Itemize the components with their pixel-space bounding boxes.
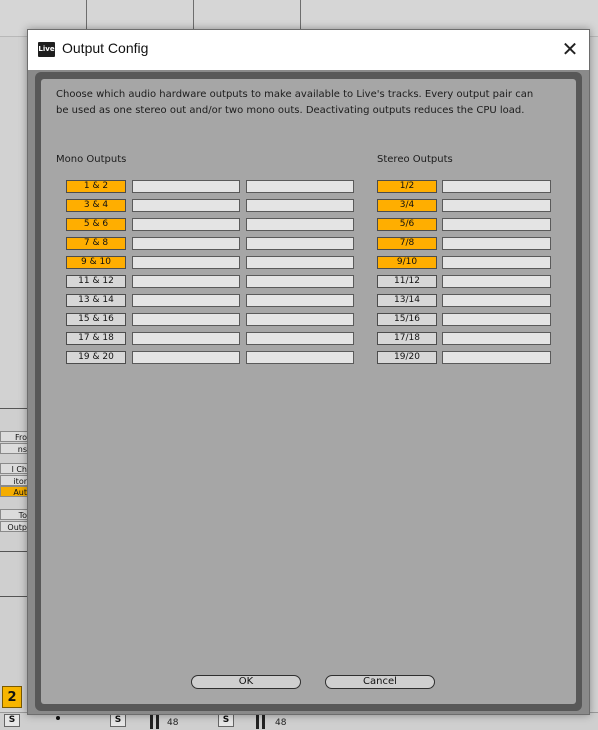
background-output-field[interactable]: Outp (0, 521, 30, 532)
mono-output-name-field[interactable] (246, 256, 354, 269)
mono-output-toggle[interactable]: 5 & 6 (66, 218, 126, 231)
background-level-meter (256, 713, 259, 729)
background-track-number[interactable]: 2 (2, 686, 22, 708)
stereo-output-name-field[interactable] (442, 237, 551, 250)
mono-output-name-field[interactable] (132, 332, 240, 345)
mono-output-name-field[interactable] (246, 199, 354, 212)
mono-output-toggle[interactable]: 15 & 16 (66, 313, 126, 326)
stereo-output-toggle[interactable]: 15/16 (377, 313, 437, 326)
background-divider (0, 596, 30, 597)
live-app-icon: Live (38, 42, 55, 57)
background-output-to-label: To (0, 509, 30, 520)
stereo-output-toggle[interactable]: 3/4 (377, 199, 437, 212)
close-icon[interactable]: ✕ (555, 34, 585, 64)
ok-button[interactable]: OK (191, 675, 301, 689)
stereo-output-toggle[interactable]: 7/8 (377, 237, 437, 250)
mono-output-name-field[interactable] (246, 218, 354, 231)
background-level-meter (262, 713, 265, 729)
mono-output-name-field[interactable] (132, 294, 240, 307)
mono-output-name-field[interactable] (132, 199, 240, 212)
mono-output-name-field[interactable] (132, 313, 240, 326)
mono-output-name-field[interactable] (132, 180, 240, 193)
stereo-output-toggle[interactable]: 9/10 (377, 256, 437, 269)
stereo-output-toggle[interactable]: 17/18 (377, 332, 437, 345)
stereo-output-name-field[interactable] (442, 199, 551, 212)
background-input-channel-field[interactable]: ns (0, 443, 30, 454)
background-solo-button[interactable]: S (218, 714, 234, 727)
background-divider (0, 551, 30, 552)
mono-output-name-field[interactable] (132, 218, 240, 231)
mono-output-toggle[interactable]: 7 & 8 (66, 237, 126, 250)
mono-output-name-field[interactable] (246, 351, 354, 364)
output-config-dialog: Live Output Config ✕ Choose which audio … (27, 29, 590, 715)
dialog-content-panel (41, 79, 576, 704)
mono-output-name-field[interactable] (132, 237, 240, 250)
background-solo-button[interactable]: S (110, 714, 126, 727)
background-meter-db: 48 (275, 718, 287, 728)
stereo-output-toggle[interactable]: 11/12 (377, 275, 437, 288)
stereo-output-toggle[interactable]: 13/14 (377, 294, 437, 307)
background-monitor-label: itor (0, 475, 30, 486)
mono-output-toggle[interactable]: 9 & 10 (66, 256, 126, 269)
dialog-titlebar: Live Output Config ✕ (28, 30, 589, 70)
mono-outputs-header: Mono Outputs (56, 154, 127, 165)
dialog-description: Choose which audio hardware outputs to m… (56, 89, 534, 116)
stereo-output-name-field[interactable] (442, 332, 551, 345)
mono-output-name-field[interactable] (132, 275, 240, 288)
background-divider (0, 408, 30, 409)
mono-output-name-field[interactable] (246, 294, 354, 307)
background-level-meter (156, 713, 159, 729)
background-level-meter (150, 713, 153, 729)
stereo-output-name-field[interactable] (442, 218, 551, 231)
background-channel-label: l Ch (0, 463, 30, 474)
stereo-output-name-field[interactable] (442, 256, 551, 269)
stereo-outputs-header: Stereo Outputs (377, 154, 453, 165)
mono-output-toggle[interactable]: 11 & 12 (66, 275, 126, 288)
stereo-output-toggle[interactable]: 5/6 (377, 218, 437, 231)
stereo-output-name-field[interactable] (442, 313, 551, 326)
mono-output-name-field[interactable] (132, 351, 240, 364)
mono-output-toggle[interactable]: 13 & 14 (66, 294, 126, 307)
mono-output-toggle[interactable]: 17 & 18 (66, 332, 126, 345)
mono-output-toggle[interactable]: 1 & 2 (66, 180, 126, 193)
stereo-output-name-field[interactable] (442, 351, 551, 364)
stereo-output-name-field[interactable] (442, 275, 551, 288)
stereo-output-toggle[interactable]: 19/20 (377, 351, 437, 364)
dialog-title: Output Config (62, 40, 149, 56)
background-monitor-auto-button[interactable]: Aut (0, 486, 30, 497)
background-meter-db: 48 (167, 718, 179, 728)
mono-output-name-field[interactable] (132, 256, 240, 269)
cancel-button[interactable]: Cancel (325, 675, 435, 689)
mono-output-name-field[interactable] (246, 237, 354, 250)
mono-output-name-field[interactable] (246, 332, 354, 345)
stereo-output-toggle[interactable]: 1/2 (377, 180, 437, 193)
background-input-type-field[interactable]: Fro (0, 431, 30, 442)
stereo-output-name-field[interactable] (442, 294, 551, 307)
mono-output-name-field[interactable] (246, 313, 354, 326)
mono-output-name-field[interactable] (246, 275, 354, 288)
mono-output-toggle[interactable]: 3 & 4 (66, 199, 126, 212)
background-dot-icon (56, 716, 60, 720)
mono-output-name-field[interactable] (246, 180, 354, 193)
background-solo-button[interactable]: S (4, 714, 20, 727)
stereo-output-name-field[interactable] (442, 180, 551, 193)
mono-output-toggle[interactable]: 19 & 20 (66, 351, 126, 364)
